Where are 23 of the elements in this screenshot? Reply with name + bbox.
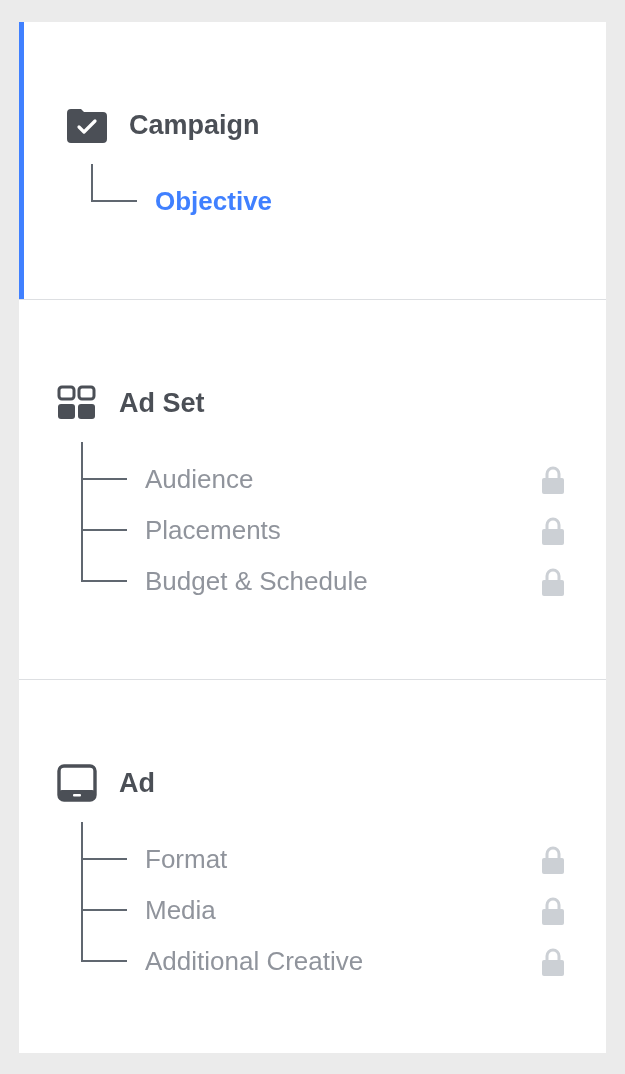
nav-section[interactable]: Ad Set Audience Placements Budget & Schedule <box>19 299 606 679</box>
tree-connector <box>81 480 127 531</box>
tree-connector <box>81 860 127 911</box>
step-link[interactable]: Media <box>145 895 216 926</box>
tree-connector <box>91 164 137 202</box>
step-link[interactable]: Budget & Schedule <box>145 566 368 597</box>
tree-connector <box>81 531 127 582</box>
tree-connector <box>81 442 127 480</box>
folder-check-icon <box>67 107 107 143</box>
section-title: Ad <box>119 767 155 799</box>
tree-connector <box>81 822 127 860</box>
step-link[interactable]: Placements <box>145 515 281 546</box>
step-link[interactable]: Audience <box>145 464 254 495</box>
nav-section[interactable]: Ad Format Media Additional Creative <box>19 679 606 1059</box>
section-title: Campaign <box>129 109 260 141</box>
section-title: Ad Set <box>119 387 205 419</box>
tree-connector <box>81 911 127 962</box>
step-link[interactable]: Additional Creative <box>145 946 364 977</box>
step-link[interactable]: Format <box>145 844 228 875</box>
nav-section[interactable]: Campaign Objective <box>19 22 606 299</box>
tablet-icon <box>57 764 97 802</box>
step-link[interactable]: Objective <box>155 186 273 217</box>
grid-icon <box>57 385 97 421</box>
